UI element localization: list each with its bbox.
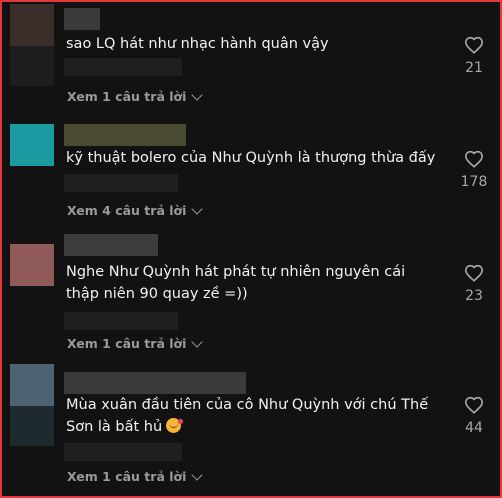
comment-text: sao LQ hát như nhạc hành quân vậy — [66, 36, 329, 52]
view-replies-label: Xem 4 câu trả lời — [67, 203, 187, 218]
username[interactable] — [64, 234, 158, 256]
comment-text-content: Mùa xuân đầu tiên của cô Như Quỳnh với c… — [66, 397, 429, 435]
comments-panel: sao LQ hát như nhạc hành quân vậy Xem 1 … — [0, 0, 502, 498]
view-replies-label: Xem 1 câu trả lời — [67, 336, 187, 351]
comment-text: Nghe Như Quỳnh hát phát tự nhiên nguyên … — [66, 264, 406, 302]
username[interactable] — [64, 8, 100, 30]
like-count: 21 — [465, 60, 483, 76]
like-button[interactable]: 44 — [454, 396, 494, 436]
heart-icon — [464, 264, 484, 282]
heart-icon — [464, 36, 484, 54]
like-button[interactable]: 21 — [454, 36, 494, 76]
heart-icon — [464, 150, 484, 168]
username[interactable] — [64, 372, 246, 394]
view-replies-button[interactable]: Xem 4 câu trả lời — [67, 202, 204, 218]
view-replies-button[interactable]: Xem 1 câu trả lời — [67, 335, 204, 351]
like-count: 178 — [460, 174, 488, 190]
chevron-down-icon — [191, 335, 204, 348]
comment-meta — [64, 58, 182, 76]
like-button[interactable]: 23 — [454, 264, 494, 304]
view-replies-label: Xem 1 câu trả lời — [67, 89, 187, 104]
like-button[interactable]: 178 — [454, 150, 494, 190]
view-replies-button[interactable]: Xem 1 câu trả lời — [67, 88, 204, 104]
comment-meta — [64, 443, 182, 461]
like-count: 44 — [465, 420, 483, 436]
view-replies-label: Xem 1 câu trả lời — [67, 469, 187, 484]
heart-icon — [464, 396, 484, 414]
comment-meta — [64, 312, 178, 330]
avatar[interactable] — [10, 4, 54, 86]
comment-text: Mùa xuân đầu tiên của cô Như Quỳnh với c… — [66, 394, 436, 438]
like-count: 23 — [465, 288, 483, 304]
view-replies-button[interactable]: Xem 1 câu trả lời — [67, 468, 204, 484]
comment-text: kỹ thuật bolero của Như Quỳnh là thượng … — [66, 150, 436, 166]
chevron-down-icon — [191, 88, 204, 101]
avatar[interactable] — [10, 124, 54, 166]
chevron-down-icon — [191, 202, 204, 215]
smiling-face-with-hearts-emoji — [166, 418, 182, 433]
username[interactable] — [64, 124, 186, 146]
avatar[interactable] — [10, 244, 54, 286]
comment-meta — [64, 174, 178, 192]
avatar[interactable] — [10, 364, 54, 446]
chevron-down-icon — [191, 468, 204, 481]
